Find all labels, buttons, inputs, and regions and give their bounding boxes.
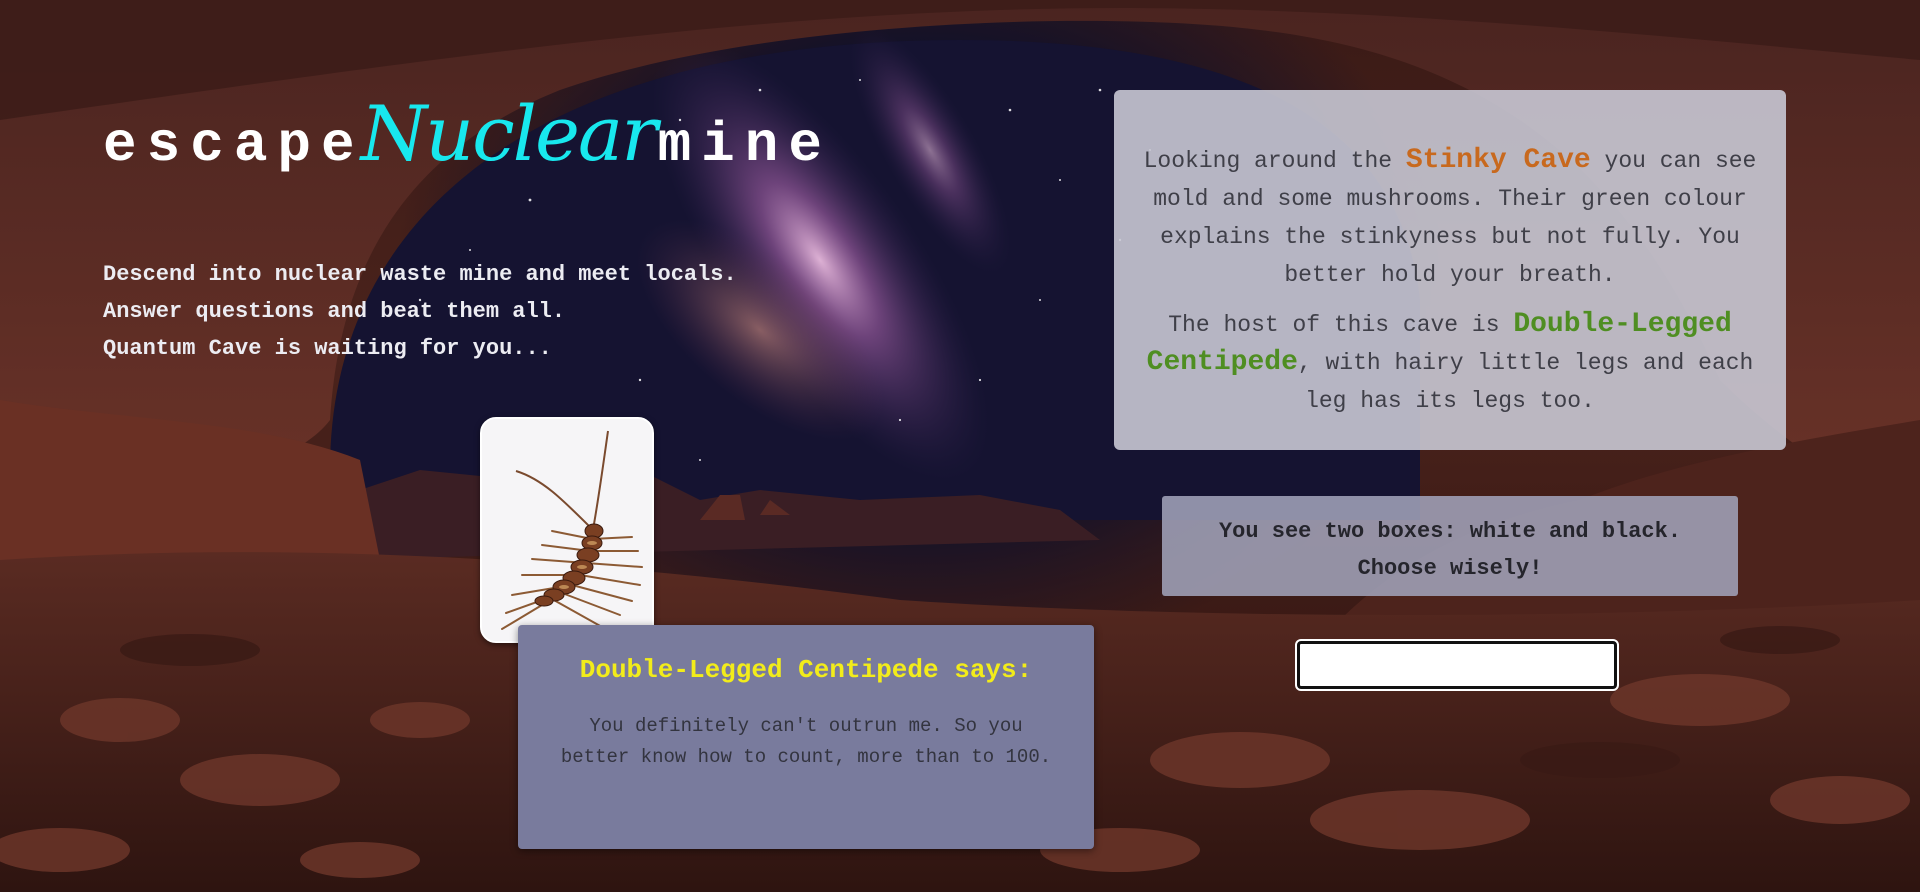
description-paragraph-1: Looking around the Stinky Cave you can s… xyxy=(1140,142,1760,294)
hint-text: You see two boxes: white and black. Choo… xyxy=(1218,519,1682,581)
question-hint-panel: You see two boxes: white and black. Choo… xyxy=(1162,496,1738,596)
description-p2-after: , with hairy little legs and each leg ha… xyxy=(1297,350,1754,414)
description-paragraph-2: The host of this cave is Double-Legged C… xyxy=(1140,306,1760,420)
intro-line-1: Descend into nuclear waste mine and meet… xyxy=(103,262,737,287)
description-p2-before: The host of this cave is xyxy=(1168,312,1514,338)
answer-input[interactable] xyxy=(1295,639,1619,691)
speech-text: You definitely can't outrun me. So you b… xyxy=(560,715,1052,768)
title-part-nuclear: Nuclear xyxy=(360,89,658,178)
intro-text: Descend into nuclear waste mine and meet… xyxy=(103,256,737,367)
cave-description-panel: Looking around the Stinky Cave you can s… xyxy=(1114,90,1786,450)
intro-line-3: Quantum Cave is waiting for you... xyxy=(103,336,552,361)
speech-title: Double-Legged Centipede says: xyxy=(579,655,1033,685)
intro-line-2: Answer questions and beat them all. xyxy=(103,299,566,324)
game-title: escapeNuclearmine xyxy=(103,96,832,174)
description-p1-before: Looking around the xyxy=(1143,148,1406,174)
creature-image-card xyxy=(480,417,654,643)
centipede-image xyxy=(482,419,652,641)
creature-speech-panel: Double-Legged Centipede says: You defini… xyxy=(518,625,1094,849)
title-part-mine: mine xyxy=(657,113,832,177)
cave-name: Stinky Cave xyxy=(1405,145,1591,176)
title-part-escape: escape xyxy=(103,113,365,177)
